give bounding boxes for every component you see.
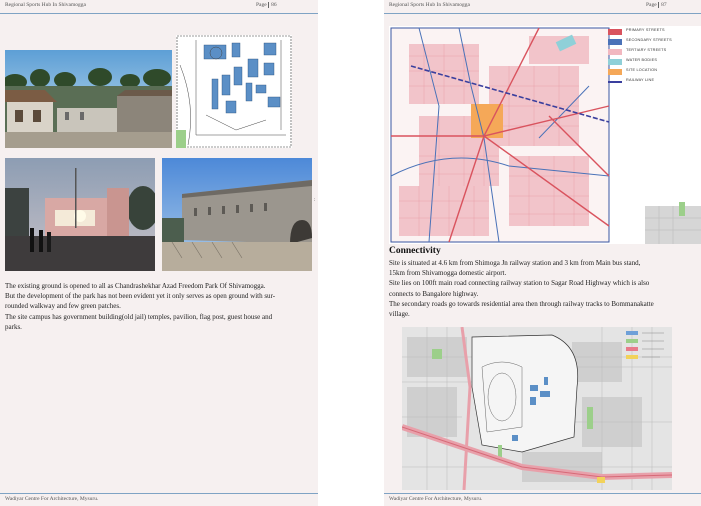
right-footer-rule bbox=[384, 493, 701, 494]
site-surroundings-map bbox=[402, 327, 672, 490]
left-para-line: The site campus has government building(… bbox=[5, 312, 273, 321]
right-footer: Wadiyar Centre For Architecture, Mysuru. bbox=[389, 496, 483, 502]
right-para-line: Site lies on 100ft main road connecting … bbox=[389, 279, 650, 288]
legend-swatch bbox=[608, 39, 622, 45]
legend-item: RAILWAY LINE bbox=[608, 78, 698, 86]
right-page-label: Page 87 bbox=[646, 2, 667, 8]
right-para-line: connects to Bangalore highway. bbox=[389, 289, 479, 298]
left-header-title: Regional Sports Hub In Shivamogga bbox=[5, 2, 86, 8]
legend-item: TERTIARY STREETS bbox=[608, 48, 698, 56]
legend-label: RAILWAY LINE bbox=[626, 78, 655, 82]
left-para-line: rounded walkway and few green patches. bbox=[5, 302, 121, 311]
legend-swatch bbox=[608, 69, 622, 75]
right-para-line: 15km from Shivamogga domestic airport. bbox=[389, 269, 507, 278]
page-gutter bbox=[318, 0, 384, 506]
legend-swatch bbox=[608, 49, 622, 55]
page-edge-mark: : bbox=[314, 198, 316, 203]
legend-item: SITE LOCATION bbox=[608, 68, 698, 76]
right-para-line: village. bbox=[389, 310, 410, 319]
right-header-rule bbox=[384, 13, 701, 14]
site-plan-drawing bbox=[176, 35, 292, 148]
right-page-number: 87 bbox=[658, 2, 667, 8]
legend-label: PRIMARY STREETS bbox=[626, 28, 665, 32]
left-page-number: 86 bbox=[268, 2, 277, 8]
legend-label: SECONDARY STREETS bbox=[626, 38, 672, 42]
right-header-title: Regional Sports Hub In Shivamogga bbox=[389, 2, 470, 8]
legend-item: WATER BODIES bbox=[608, 58, 698, 66]
legend-label: SITE LOCATION bbox=[626, 68, 658, 72]
legend-swatch bbox=[608, 81, 622, 83]
legend-label: WATER BODIES bbox=[626, 58, 658, 62]
left-footer: Wadiyar Centre For Architecture, Mysuru. bbox=[5, 496, 99, 502]
left-para-line: But the development of the park has not … bbox=[5, 292, 276, 301]
right-page: Regional Sports Hub In Shivamogga Page 8… bbox=[384, 0, 701, 506]
left-page-label: Page 86 bbox=[256, 2, 277, 8]
photo-ground-dusk bbox=[5, 158, 155, 271]
left-footer-rule bbox=[0, 493, 318, 494]
legend-item: PRIMARY STREETS bbox=[608, 28, 698, 36]
right-para-line: The secondary roads go towards residenti… bbox=[389, 299, 654, 308]
photo-campus-buildings bbox=[5, 50, 172, 148]
right-body-paragraph: Site is situated at 4.6 km from Shimoga … bbox=[389, 258, 701, 319]
left-header-rule bbox=[0, 13, 318, 14]
left-body-paragraph: The existing ground is opened to all as … bbox=[5, 281, 317, 332]
legend-label: TERTIARY STREETS bbox=[626, 48, 667, 52]
left-para-line: parks. bbox=[5, 322, 22, 331]
legend-item: SECONDARY STREETS bbox=[608, 38, 698, 46]
legend-swatch bbox=[608, 29, 622, 35]
legend-swatch bbox=[608, 59, 622, 65]
photo-old-jail-building bbox=[162, 158, 312, 271]
section-heading-connectivity: Connectivity bbox=[389, 246, 441, 256]
left-page: Regional Sports Hub In Shivamogga Page 8… bbox=[0, 0, 318, 506]
right-para-line: Site is situated at 4.6 km from Shimoga … bbox=[389, 259, 641, 267]
left-para-line: The existing ground is opened to all as … bbox=[5, 282, 266, 290]
